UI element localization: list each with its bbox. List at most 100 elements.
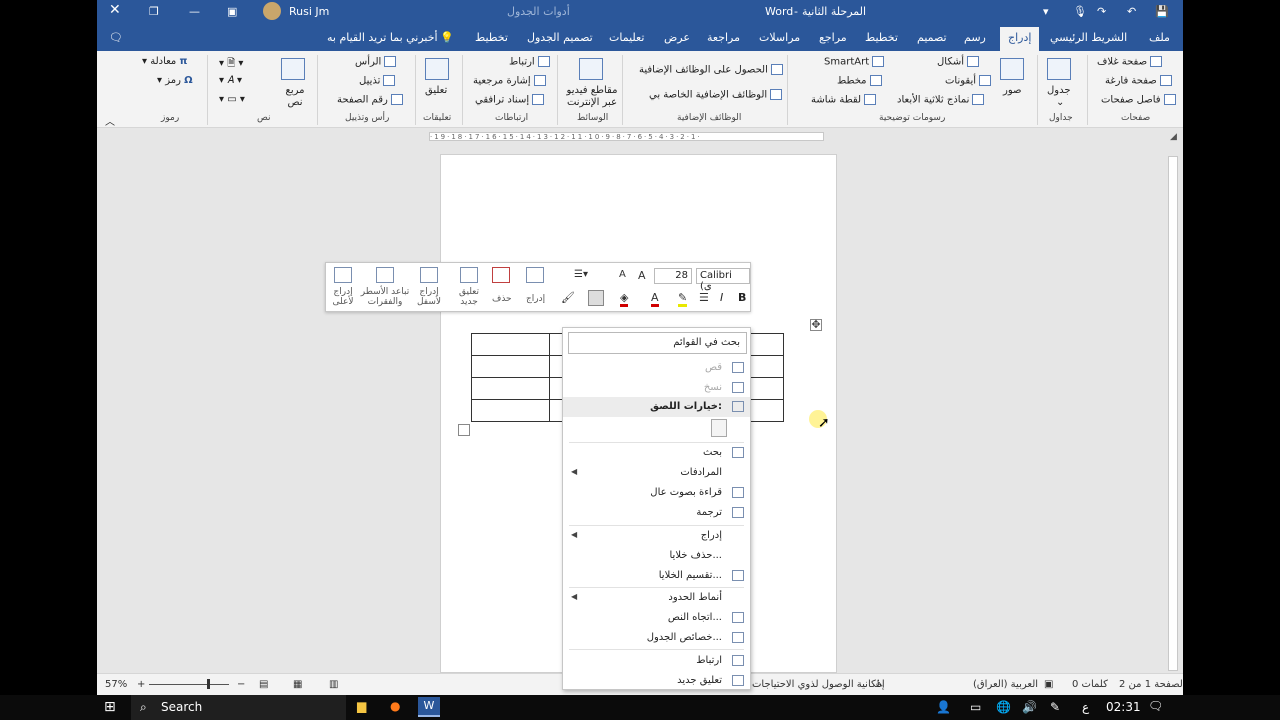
wordart-icon[interactable]: ▾ 𝐴 ▾ bbox=[219, 75, 242, 86]
undo-icon[interactable]: ↶ bbox=[1127, 5, 1136, 18]
focus-mode-icon[interactable]: ▤ bbox=[259, 679, 268, 690]
word-count[interactable]: 0 كلمات bbox=[1072, 679, 1108, 690]
tab-draw[interactable]: رسم bbox=[964, 31, 986, 44]
tab-view[interactable]: عرض bbox=[664, 31, 690, 44]
highlight-icon[interactable]: ✎ bbox=[678, 291, 688, 307]
3d-models-button[interactable]: نماذج ثلاثية الأبعاد bbox=[897, 94, 985, 106]
tab-review[interactable]: مراجعة bbox=[707, 31, 740, 44]
menu-item-cut[interactable]: قص bbox=[563, 358, 750, 378]
shrink-font-icon[interactable]: A bbox=[619, 269, 626, 280]
close-icon[interactable]: ✕ bbox=[109, 2, 121, 18]
proofing-icon[interactable]: ▣ bbox=[1044, 679, 1053, 690]
comments-pane-icon[interactable]: 🗨 bbox=[109, 31, 123, 44]
font-size-box[interactable]: 28 bbox=[654, 268, 692, 284]
zoom-level[interactable]: 57% bbox=[105, 679, 127, 690]
my-addins-button[interactable]: الوظائف الإضافية الخاصة بي bbox=[649, 89, 783, 101]
page-break-button[interactable]: فاصل صفحات bbox=[1101, 94, 1176, 106]
new-comment-button[interactable]: تعليق bbox=[425, 85, 447, 96]
tab-file[interactable]: ملف bbox=[1149, 31, 1170, 44]
tray-pen-icon[interactable]: ✎ bbox=[1050, 700, 1060, 714]
tray-people-icon[interactable]: 👤 bbox=[936, 700, 951, 714]
insert-above-button[interactable]: إدراج لأعلى bbox=[328, 287, 358, 307]
menu-item-link[interactable]: ارتباط bbox=[563, 651, 750, 671]
tell-me-box[interactable]: أخبرني بما تريد القيام به bbox=[327, 31, 438, 44]
online-video-button[interactable]: مقاطع فيديو عبر الإنترنت bbox=[563, 85, 621, 109]
link-button[interactable]: ارتباط bbox=[509, 56, 550, 68]
bookmark-button[interactable]: إشارة مرجعية bbox=[473, 75, 546, 87]
paste-keep-text-icon[interactable] bbox=[711, 419, 727, 437]
font-color-icon[interactable]: A bbox=[651, 291, 659, 307]
menu-item-copy[interactable]: نسخ bbox=[563, 378, 750, 398]
clock[interactable]: 02:31 bbox=[1106, 700, 1141, 714]
file-explorer-icon[interactable]: ▆ bbox=[357, 699, 366, 713]
zoom-slider-thumb[interactable] bbox=[207, 679, 210, 689]
zoom-out-icon[interactable]: − bbox=[237, 679, 245, 690]
grow-font-icon[interactable]: A bbox=[638, 269, 646, 282]
chart-button[interactable]: مخطط bbox=[837, 75, 882, 87]
menu-item-split-cells[interactable]: تقسيم الخلايا... bbox=[563, 566, 750, 586]
tab-home[interactable]: الشريط الرئيسي bbox=[1050, 31, 1127, 44]
word-taskbar-icon[interactable]: W bbox=[418, 697, 440, 717]
textbox-button[interactable]: مربع نص bbox=[283, 85, 307, 109]
redo-icon[interactable]: ↷ bbox=[1097, 5, 1106, 18]
collapse-ribbon-icon[interactable]: ︿ bbox=[105, 113, 115, 128]
smartart-button[interactable]: SmartArt bbox=[824, 56, 885, 68]
borders-icon[interactable] bbox=[588, 290, 604, 306]
equation-button[interactable]: ▾ معادلة π bbox=[142, 56, 187, 67]
cross-reference-button[interactable]: إسناد ترافقي bbox=[475, 94, 545, 106]
table-move-handle-icon[interactable]: ✥ bbox=[810, 319, 822, 331]
language-status[interactable]: العربية (العراق) bbox=[973, 679, 1038, 690]
tray-volume-icon[interactable]: 🔊 bbox=[1022, 700, 1037, 714]
bold-icon[interactable]: B bbox=[738, 291, 746, 304]
table-resize-handle[interactable] bbox=[458, 424, 470, 436]
cover-page-button[interactable]: صفحة غلاف bbox=[1097, 56, 1163, 68]
line-spacing-button[interactable]: تباعد الأسطر والفقرات bbox=[360, 287, 410, 307]
tray-network-icon[interactable]: 🌐 bbox=[996, 700, 1011, 714]
tab-table-design[interactable]: تصميم الجدول bbox=[527, 31, 593, 44]
user-name[interactable]: Rusi Jm bbox=[289, 5, 329, 18]
notifications-icon[interactable]: 🗨 bbox=[1148, 699, 1163, 713]
icons-button[interactable]: أيقونات bbox=[945, 75, 992, 87]
page-indicator[interactable]: الصفحة 1 من 2 bbox=[1119, 679, 1183, 690]
menu-item-synonyms[interactable]: ◀ المرادفات bbox=[563, 463, 750, 483]
get-addins-button[interactable]: الحصول على الوظائف الإضافية bbox=[639, 64, 783, 76]
menu-item-translate[interactable]: ترجمة bbox=[563, 503, 750, 523]
windows-start-icon[interactable]: ⊞ bbox=[104, 699, 116, 715]
print-layout-icon[interactable]: ▦ bbox=[293, 679, 302, 690]
insert-below-button[interactable]: إدراج لأسفل bbox=[414, 287, 444, 307]
tab-layout[interactable]: تخطيط bbox=[865, 31, 898, 44]
read-mode-icon[interactable]: ▥ bbox=[329, 679, 338, 690]
italic-icon[interactable]: I bbox=[720, 291, 723, 304]
tab-design[interactable]: تصميم bbox=[917, 31, 947, 44]
shading-icon[interactable]: ◈ bbox=[620, 291, 629, 307]
screenshot-button[interactable]: لقطة شاشة bbox=[811, 94, 877, 106]
align-icon[interactable]: ☰ bbox=[699, 291, 709, 304]
dropcap-icon[interactable]: ▾ ▭ ▾ bbox=[219, 94, 245, 105]
insert-button[interactable]: إدراج bbox=[526, 294, 545, 304]
firefox-icon[interactable]: ● bbox=[390, 699, 400, 713]
minimize-icon[interactable]: — bbox=[189, 5, 200, 18]
bullets-icon[interactable]: ☰▾ bbox=[574, 269, 588, 280]
header-button[interactable]: الرأس bbox=[355, 56, 397, 68]
symbol-button[interactable]: ▾ رمز Ω bbox=[157, 75, 193, 86]
tab-help[interactable]: تعليمات bbox=[609, 31, 644, 44]
menu-item-table-properties[interactable]: خصائص الجدول... bbox=[563, 628, 750, 648]
ruler-toggle-icon[interactable]: ◢ bbox=[1170, 132, 1177, 142]
zoom-in-icon[interactable]: + bbox=[137, 679, 145, 690]
table-button[interactable]: جدول bbox=[1047, 85, 1071, 96]
microphone-icon[interactable]: 🎙 bbox=[1073, 5, 1087, 18]
shapes-button[interactable]: أشكال bbox=[937, 56, 979, 68]
zoom-slider[interactable] bbox=[149, 684, 229, 685]
menu-item-read-aloud[interactable]: قراءة بصوت عال bbox=[563, 483, 750, 503]
format-painter-icon[interactable]: 🖌 bbox=[561, 291, 575, 304]
delete-button[interactable]: حذف bbox=[492, 294, 512, 304]
menu-item-border-styles[interactable]: ◀ أنماط الحدود bbox=[563, 588, 750, 608]
table-dropdown-icon[interactable]: ⌄ bbox=[1056, 97, 1064, 108]
tab-mailings[interactable]: مراسلات bbox=[759, 31, 800, 44]
blank-page-button[interactable]: صفحة فارغة bbox=[1105, 75, 1172, 87]
tab-table-layout[interactable]: تخطيط bbox=[475, 31, 508, 44]
pictures-button[interactable]: صور bbox=[1003, 85, 1022, 96]
tab-insert[interactable]: إدراج bbox=[1000, 27, 1040, 51]
input-language[interactable]: ع bbox=[1082, 700, 1089, 714]
accessibility-status[interactable]: إمكانية الوصول لذوي الاحتياجات bbox=[752, 679, 885, 690]
